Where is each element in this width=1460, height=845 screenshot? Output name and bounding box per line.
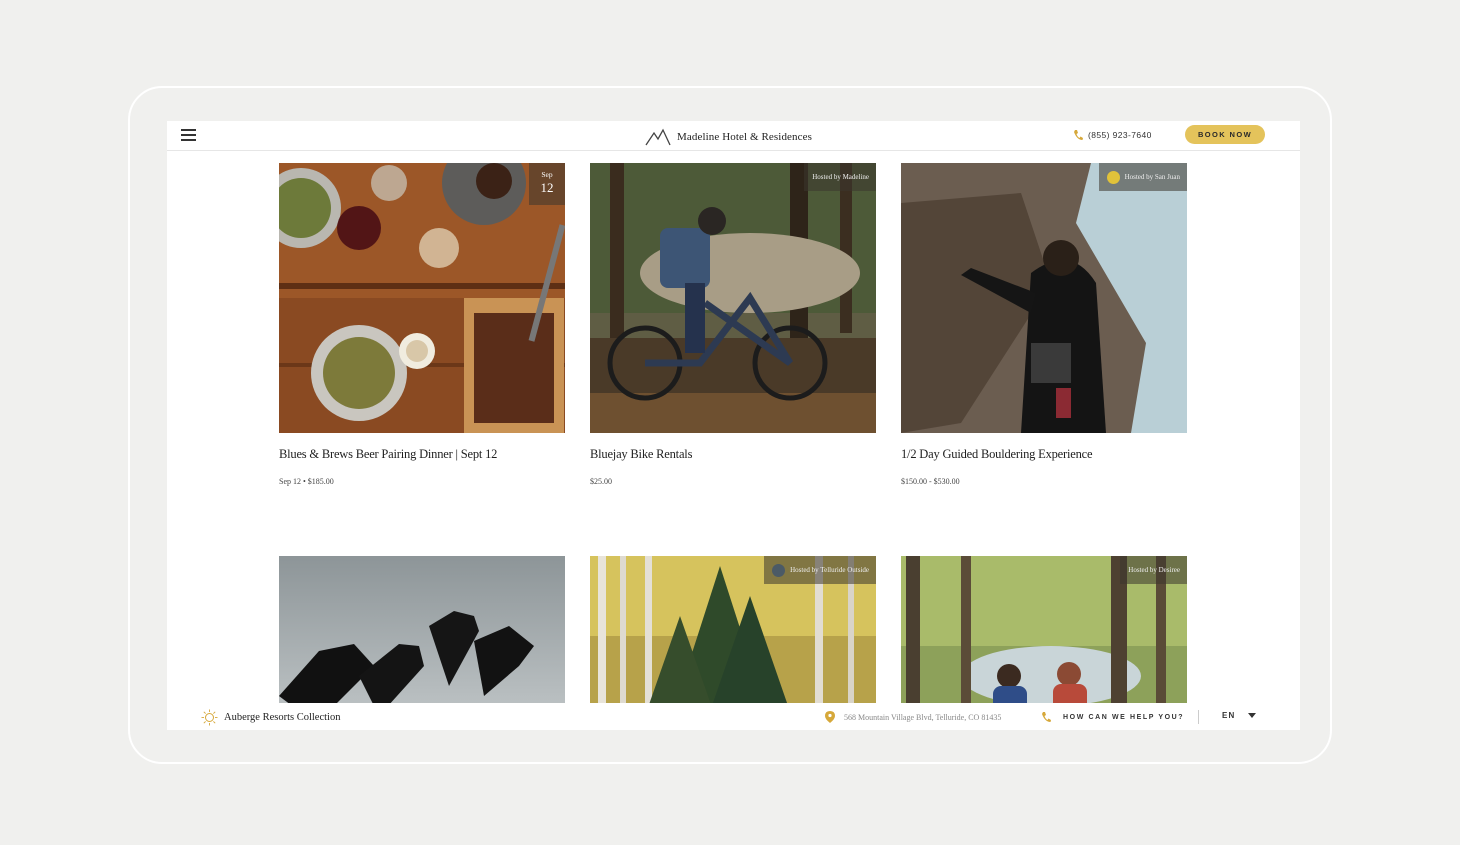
sun-logo-icon xyxy=(201,709,218,726)
menu-icon[interactable] xyxy=(181,129,196,141)
hosted-badge: Hosted by San Juan xyxy=(1098,163,1187,191)
hosted-badge: Hosted by Desiree xyxy=(1120,556,1187,584)
card-title[interactable]: Blues & Brews Beer Pairing Dinner | Sept… xyxy=(279,447,565,462)
browser-screen: Sep 12 Blues & Brews Beer Pairing Dinner… xyxy=(167,121,1300,730)
site-header: Madeline Hotel & Residences (855) 923-76… xyxy=(167,121,1300,151)
experience-card[interactable]: Hosted by San Juan 1/2 Day Guided Boulde… xyxy=(901,163,1187,486)
phone-icon xyxy=(1074,130,1083,140)
experiences-grid: Sep 12 Blues & Brews Beer Pairing Dinner… xyxy=(167,121,1300,730)
card-title[interactable]: 1/2 Day Guided Bouldering Experience xyxy=(901,447,1187,462)
book-now-button[interactable]: BOOK NOW xyxy=(1185,125,1265,144)
hosted-label: Hosted by Desiree xyxy=(1128,566,1180,574)
partner-logo-icon xyxy=(1106,170,1120,184)
date-day: 12 xyxy=(540,180,554,195)
rock-climber-photo[interactable]: Hosted by San Juan xyxy=(901,163,1187,433)
experience-card[interactable]: Sep 12 Blues & Brews Beer Pairing Dinner… xyxy=(279,163,565,486)
bike-rider-photo[interactable]: Hosted by Madeline xyxy=(590,163,876,433)
auberge-brand[interactable]: Auberge Resorts Collection xyxy=(201,709,340,726)
footer-divider xyxy=(1198,710,1199,724)
card-price: $150.00 - $530.00 xyxy=(901,477,960,486)
help-text: HOW CAN WE HELP YOU? xyxy=(1063,713,1185,721)
date-month: Sep xyxy=(541,170,553,179)
card-title[interactable]: Bluejay Bike Rentals xyxy=(590,447,876,462)
caret-down-icon xyxy=(1247,713,1256,718)
brand-name: Madeline Hotel & Residences xyxy=(677,131,812,143)
experience-card[interactable]: Hosted by Madeline Bluejay Bike Rentals … xyxy=(590,163,876,486)
address-text: 568 Mountain Village Blvd, Telluride, CO… xyxy=(844,712,1002,722)
address-link[interactable]: 568 Mountain Village Blvd, Telluride, CO… xyxy=(825,711,1001,723)
language-selector[interactable]: EN xyxy=(1222,711,1256,720)
phone-number: (855) 923-7640 xyxy=(1088,130,1152,140)
language-label: EN xyxy=(1222,711,1236,720)
footer-bar: Auberge Resorts Collection 568 Mountain … xyxy=(167,703,1300,730)
hosted-badge: Hosted by Madeline xyxy=(804,163,876,191)
mountain-logo-icon xyxy=(645,128,671,146)
hosted-badge: Hosted by Telluride Outside xyxy=(764,556,876,584)
phone-icon xyxy=(1042,712,1051,722)
hosted-label: Hosted by Telluride Outside xyxy=(790,566,869,574)
card-price: $25.00 xyxy=(590,477,612,486)
map-pin-icon xyxy=(825,711,835,723)
partner-logo-icon xyxy=(772,563,786,577)
hosted-label: Hosted by Madeline xyxy=(812,173,869,181)
card-price: Sep 12 • $185.00 xyxy=(279,477,334,486)
phone-link[interactable]: (855) 923-7640 xyxy=(1073,129,1152,141)
auberge-brand-label: Auberge Resorts Collection xyxy=(224,712,341,723)
hosted-label: Hosted by San Juan xyxy=(1124,173,1180,181)
site-logo[interactable]: Madeline Hotel & Residences xyxy=(645,127,812,147)
date-badge: Sep 12 xyxy=(529,163,565,205)
dinner-table-photo[interactable]: Sep 12 xyxy=(279,163,565,433)
help-link[interactable]: HOW CAN WE HELP YOU? xyxy=(1041,711,1184,723)
